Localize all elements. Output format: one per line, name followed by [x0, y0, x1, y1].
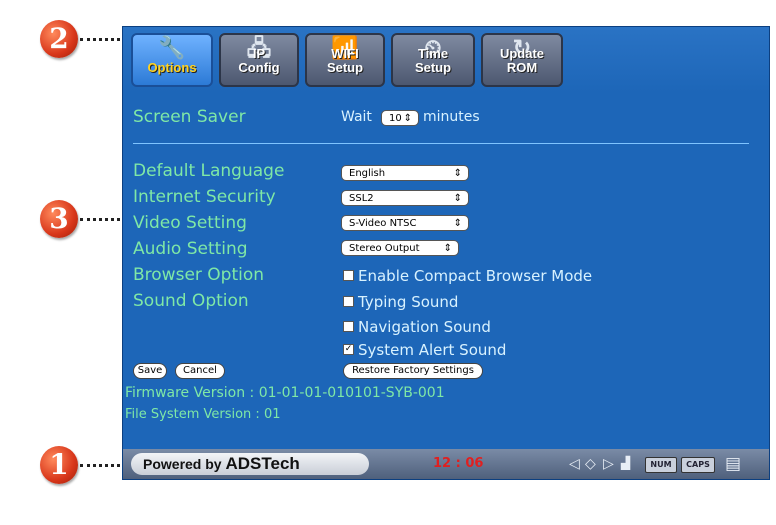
powered-by-text: Powered by	[143, 456, 222, 472]
stepper-value: 10	[389, 113, 402, 124]
video-setting-label: Video Setting	[133, 213, 247, 233]
language-select[interactable]: English ⇕	[341, 165, 469, 181]
checkbox-box[interactable]	[343, 296, 354, 307]
minutes-label: minutes	[423, 109, 480, 125]
typing-sound-checkbox[interactable]: Typing Sound	[343, 293, 458, 311]
tab-update-rom[interactable]: ↻ Update ROM	[481, 33, 563, 87]
callout-2-leader	[80, 38, 126, 41]
video-select[interactable]: S-Video NTSC ⇕	[341, 215, 469, 231]
cancel-button[interactable]: Cancel	[175, 363, 225, 379]
select-value: Stereo Output	[349, 243, 420, 254]
powered-by-badge: Powered by ADSTech	[131, 453, 369, 475]
callout-2: 2	[40, 20, 78, 58]
chevron-updown-icon: ⇕	[443, 243, 452, 254]
audio-select[interactable]: Stereo Output ⇕	[341, 240, 459, 256]
tab-options[interactable]: 🔧 Options	[131, 33, 213, 87]
save-button[interactable]: Save	[133, 363, 167, 379]
callout-1-leader	[80, 464, 126, 467]
select-value: S-Video NTSC	[349, 218, 417, 229]
menu-icon[interactable]: ▤	[725, 454, 741, 474]
callout-3: 3	[40, 200, 78, 238]
default-language-label: Default Language	[133, 161, 285, 181]
screen-saver-label: Screen Saver	[133, 107, 246, 127]
chevron-updown-icon: ⇕	[453, 218, 462, 229]
tab-bar: 🔧 Options 🖧 IP Config 📶 WIFI Setup ⏲ Tim…	[123, 27, 769, 93]
chevron-updown-icon: ⇕	[453, 168, 462, 179]
stepper-arrows-icon: ⇕	[403, 113, 412, 124]
tab-ip-config[interactable]: 🖧 IP Config	[219, 33, 299, 87]
tab-label: Time Setup	[414, 46, 452, 75]
checkbox-label: Typing Sound	[358, 293, 459, 311]
select-value: SSL2	[349, 193, 374, 204]
nav-right-icon[interactable]: ▷	[603, 456, 614, 472]
network-status-icon: ▟	[621, 456, 631, 470]
callout-3-leader	[80, 218, 126, 221]
checkbox-box[interactable]	[343, 321, 354, 332]
wrench-icon: 🔧	[158, 35, 186, 60]
wait-label: Wait	[341, 109, 372, 125]
chevron-updown-icon: ⇕	[453, 193, 462, 204]
security-select[interactable]: SSL2 ⇕	[341, 190, 469, 206]
caps-lock-indicator: CAPS	[681, 457, 715, 473]
internet-security-label: Internet Security	[133, 187, 276, 207]
checkbox-box-checked[interactable]: ✓	[343, 344, 354, 355]
system-alert-sound-checkbox[interactable]: ✓ System Alert Sound	[343, 341, 506, 359]
device-screen: 🔧 Options 🖧 IP Config 📶 WIFI Setup ⏲ Tim…	[122, 26, 770, 480]
checkbox-label: Navigation Sound	[358, 318, 491, 336]
clock: 12 : 06	[433, 456, 484, 471]
num-lock-indicator: NUM	[645, 457, 677, 473]
tab-label: IP Config	[238, 46, 280, 75]
nav-pad-icon[interactable]: ◇	[585, 456, 596, 472]
tab-wifi-setup[interactable]: 📶 WIFI Setup	[305, 33, 385, 87]
checkbox-box[interactable]	[343, 270, 354, 281]
screen-saver-minutes-stepper[interactable]: 10 ⇕	[381, 110, 419, 126]
restore-factory-settings-button[interactable]: Restore Factory Settings	[343, 363, 483, 379]
tab-time-setup[interactable]: ⏲ Time Setup	[391, 33, 475, 87]
firmware-version: Firmware Version : 01-01-01-010101-SYB-0…	[125, 385, 445, 401]
tab-label: Update ROM	[499, 46, 545, 75]
checkbox-label: System Alert Sound	[358, 341, 507, 359]
status-bar: Powered by ADSTech 12 : 06 ◁ ◇ ▷ ▟ NUM C…	[123, 449, 769, 479]
browser-option-label: Browser Option	[133, 265, 265, 285]
nav-left-icon[interactable]: ◁	[569, 456, 580, 472]
divider	[133, 143, 749, 144]
checkbox-label: Enable Compact Browser Mode	[358, 267, 593, 285]
brand-logo-text: ADSTech	[225, 454, 300, 473]
sound-option-label: Sound Option	[133, 291, 249, 311]
tab-label: WIFI Setup	[326, 46, 364, 75]
tab-label: Options	[147, 60, 197, 75]
select-value: English	[349, 168, 386, 179]
file-system-version: File System Version : 01	[125, 407, 281, 422]
compact-browser-checkbox[interactable]: Enable Compact Browser Mode	[343, 267, 592, 285]
navigation-sound-checkbox[interactable]: Navigation Sound	[343, 318, 491, 336]
callout-1: 1	[40, 446, 78, 484]
audio-setting-label: Audio Setting	[133, 239, 248, 259]
